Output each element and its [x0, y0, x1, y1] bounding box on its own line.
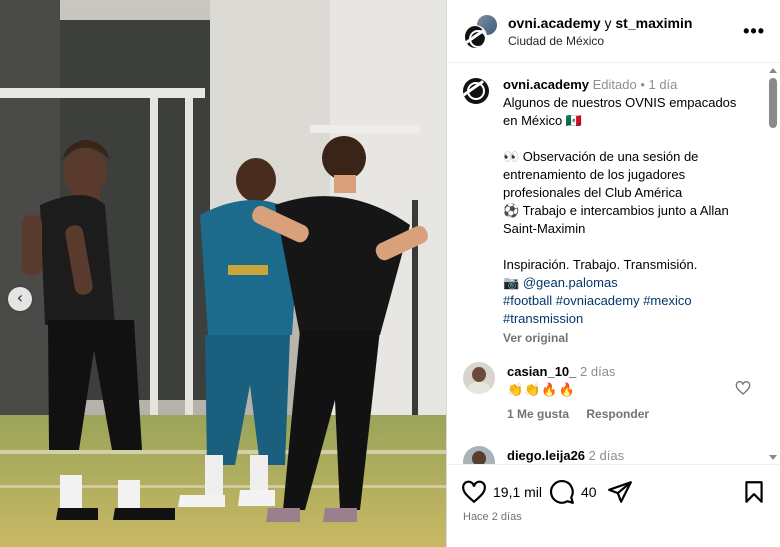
scrollbar-thumb[interactable]	[769, 78, 777, 128]
heart-icon[interactable]	[735, 380, 751, 396]
likes-count[interactable]: 19,1 mil	[493, 484, 542, 500]
instagram-post: ‹ ovni.academy y st_maximin Ciudad de Mé…	[0, 0, 780, 547]
post-actions-bar: 19,1 mil 40 Hace 2 días	[447, 464, 780, 547]
comment-time: 2 días	[576, 364, 616, 379]
camera-emoji: 📷	[503, 275, 523, 290]
comment-likes[interactable]: 1 Me gusta	[507, 407, 569, 421]
comment-time: 2 días	[585, 448, 625, 463]
avatar	[463, 25, 487, 49]
chevron-left-icon: ‹	[16, 288, 24, 307]
ovni-logo-icon	[465, 26, 485, 48]
header-usernames: ovni.academy y st_maximin	[508, 15, 692, 31]
post-side-panel: ovni.academy y st_maximin Ciudad de Méxi…	[446, 0, 780, 547]
account-link[interactable]: st_maximin	[615, 15, 692, 31]
see-original-link[interactable]: Ver original	[503, 329, 763, 347]
heart-icon[interactable]	[461, 479, 487, 505]
caption-username[interactable]: ovni.academy	[503, 77, 589, 92]
caption-line: en México 🇲🇽	[503, 113, 583, 128]
avatar-head	[472, 367, 486, 382]
share-icon[interactable]	[607, 479, 633, 505]
caption-line: 👀 Observación de una sesión de	[503, 149, 699, 164]
caption-line: Algunos de nuestros OVNIS empacados	[503, 95, 737, 110]
post-photo[interactable]: ‹	[0, 0, 446, 547]
more-horizontal-icon[interactable]: •••	[743, 22, 765, 40]
avatar-head	[472, 451, 486, 464]
caption-line: entrenamiento de los jugadores	[503, 167, 686, 182]
mention-link[interactable]: @gean.palomas	[523, 275, 618, 290]
comment-text: 👏👏🔥🔥	[507, 382, 576, 397]
avatar[interactable]	[463, 362, 495, 394]
scroll-down-arrow-icon[interactable]	[769, 455, 777, 460]
post-header: ovni.academy y st_maximin Ciudad de Méxi…	[447, 0, 780, 63]
comments-scroll-area[interactable]: ovni.academy Editado • 1 día Algunos de …	[447, 64, 780, 464]
hashtag-links[interactable]: #transmission	[503, 310, 763, 328]
scroll-up-arrow-icon[interactable]	[769, 68, 777, 73]
comment-actions: 1 Me gusta Responder	[507, 407, 663, 421]
comment-header: diego.leija26 2 días	[507, 447, 624, 464]
ovni-logo-icon	[463, 78, 489, 104]
collab-avatars[interactable]	[463, 13, 499, 49]
comment-icon[interactable]	[549, 479, 575, 505]
caption-body: ovni.academy Editado • 1 día Algunos de …	[503, 76, 763, 347]
comments-count[interactable]: 40	[581, 484, 597, 500]
hashtag-links[interactable]: #football #ovniacademy #mexico	[503, 292, 763, 310]
header-connector: y	[600, 15, 616, 31]
avatar-body	[467, 382, 491, 394]
caption-meta: Editado • 1 día	[589, 77, 678, 92]
post-timestamp[interactable]: Hace 2 días	[463, 511, 522, 523]
caption-line: Inspiración. Trabajo. Transmisión.	[503, 257, 698, 272]
avatar[interactable]	[463, 78, 489, 104]
bookmark-icon[interactable]	[741, 479, 767, 505]
location-link[interactable]: Ciudad de México	[508, 34, 604, 48]
comment-username[interactable]: diego.leija26	[507, 448, 585, 463]
scrollbar[interactable]	[768, 68, 778, 460]
photo-illustration	[0, 0, 446, 547]
previous-image-button[interactable]: ‹	[8, 287, 32, 311]
caption-line: Saint-Maximin	[503, 221, 586, 236]
comment-username[interactable]: casian_10_	[507, 364, 576, 379]
account-link[interactable]: ovni.academy	[508, 15, 601, 31]
caption-line: profesionales del Club América	[503, 185, 683, 200]
avatar[interactable]	[463, 446, 495, 464]
comment-header: casian_10_ 2 días	[507, 363, 615, 381]
reply-button[interactable]: Responder	[586, 407, 649, 421]
caption-line: ⚽ Trabajo e intercambios junto a Allan	[503, 203, 729, 218]
